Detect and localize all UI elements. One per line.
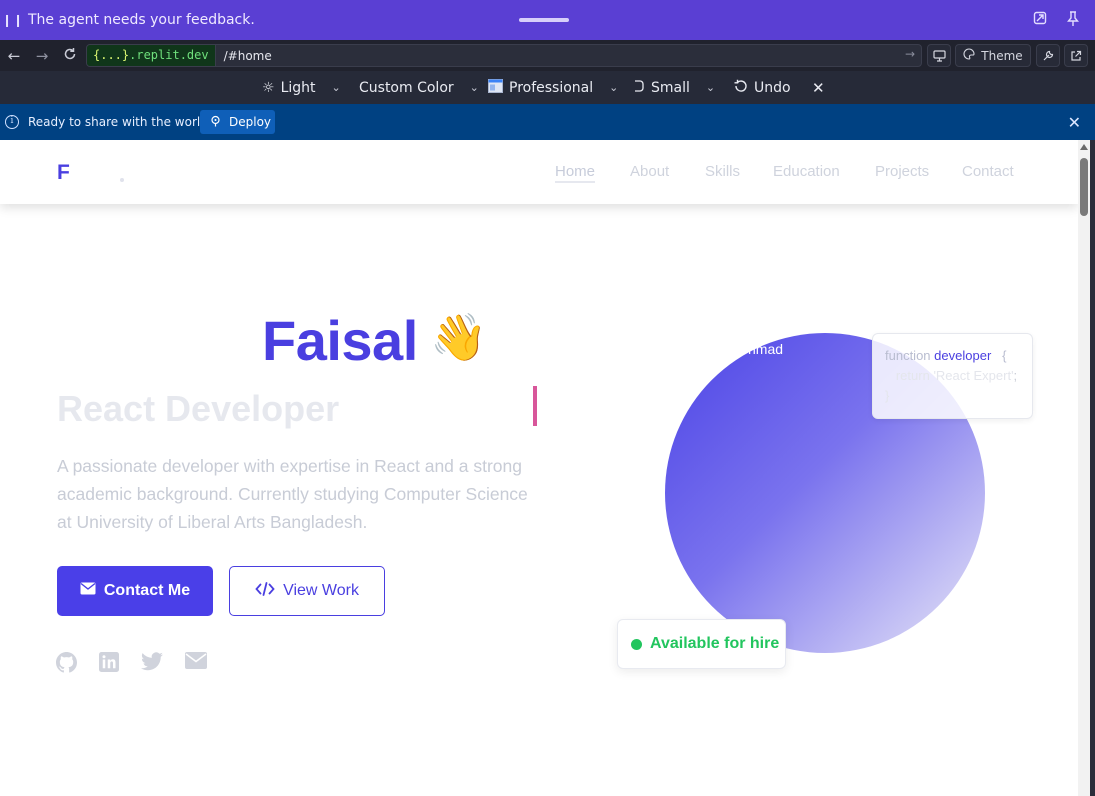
close-toolbar-icon[interactable]: ✕ (812, 71, 825, 104)
nav-contact[interactable]: Contact (962, 163, 1014, 180)
hero-bio: A passionate developer with expertise in… (57, 456, 528, 532)
layout-icon (488, 78, 503, 97)
close-banner-icon[interactable]: ✕ (1068, 113, 1081, 132)
logo-dot (120, 178, 124, 182)
code-icon (255, 581, 275, 601)
undo-button[interactable]: Undo (733, 71, 791, 104)
agent-feedback-bar: ❙❙ The agent needs your feedback. (0, 0, 1095, 40)
color-label: Custom Color (359, 79, 454, 96)
code-function-name: developer (934, 348, 992, 363)
deploy-banner: i Ready to share with the world? Deploy … (0, 104, 1095, 140)
back-icon[interactable]: ← (0, 47, 28, 65)
code-open-brace: { (1002, 348, 1007, 363)
color-dropdown[interactable]: Custom Color ⌄ (359, 71, 479, 104)
deploy-icon (210, 115, 221, 130)
envelope-icon (80, 582, 96, 600)
nav-projects[interactable]: Projects (875, 163, 929, 180)
webpage: F Home About Skills Education Projects C… (0, 140, 1078, 796)
wave-emoji: 👋 (430, 310, 488, 364)
mode-dropdown[interactable]: ☼ Light ⌄ (262, 71, 341, 104)
view-work-button[interactable]: View Work (229, 566, 385, 616)
linkedin-icon[interactable] (99, 652, 121, 674)
size-label: Small (651, 79, 690, 96)
agent-message: The agent needs your feedback. (28, 12, 255, 28)
corner-icon (633, 79, 645, 97)
twitter-icon[interactable] (141, 652, 163, 674)
nav-education[interactable]: Education (773, 163, 840, 180)
chevron-down-icon: ⌄ (331, 81, 341, 94)
theme-button[interactable]: Theme (955, 44, 1031, 67)
profile-caption: nmad (748, 341, 784, 357)
scrollbar-thumb[interactable] (1080, 158, 1088, 216)
nav-skills[interactable]: Skills (705, 163, 740, 180)
site-navbar: F Home About Skills Education Projects C… (0, 140, 1078, 204)
mail-icon[interactable] (185, 652, 207, 674)
hero-name: Faisal (262, 309, 418, 372)
undo-label: Undo (754, 79, 791, 96)
window-edge (1090, 140, 1095, 796)
undo-icon (733, 79, 748, 97)
url-path: /#home (223, 48, 272, 63)
pin-icon[interactable] (1064, 11, 1082, 29)
code-value: 'React Expert' (933, 368, 1014, 383)
nav-home[interactable]: Home (555, 163, 596, 183)
deploy-button[interactable]: Deploy (200, 110, 275, 134)
info-icon: i (5, 115, 19, 129)
code-semicolon: ; (1013, 368, 1018, 383)
theme-toolbar: ☼ Light ⌄ Custom Color ⌄ Professional ⌄ … (0, 71, 1095, 104)
code-close-brace: } (885, 388, 890, 403)
reload-icon[interactable] (56, 47, 84, 65)
site-logo[interactable]: F (57, 161, 70, 185)
tools-button[interactable] (1036, 44, 1060, 67)
view-work-label: View Work (283, 582, 359, 599)
mode-label: Light (280, 79, 316, 96)
scroll-up-icon[interactable] (1080, 144, 1088, 150)
availability-label: Available for hire (650, 635, 780, 652)
status-dot (631, 638, 642, 650)
chevron-down-icon: ⌄ (609, 81, 619, 94)
url-bar: ← → {...}.replit.dev /#home → Theme (0, 40, 1095, 71)
address-field[interactable]: {...}.replit.dev /#home → (86, 44, 922, 67)
typing-cursor (533, 386, 537, 426)
code-keyword: function (885, 348, 931, 363)
contact-me-label: Contact Me (103, 582, 191, 599)
deploy-label: Deploy (229, 115, 272, 129)
pause-icon[interactable]: ❙❙ (0, 13, 26, 27)
size-dropdown[interactable]: Small ⌄ (633, 71, 715, 104)
chevron-down-icon: ⌄ (705, 81, 716, 94)
open-new-tab-button[interactable] (1064, 44, 1088, 67)
devices-button[interactable] (927, 44, 951, 67)
domain-badge: {...}.replit.dev (87, 45, 216, 66)
theme-label: Theme (981, 48, 1023, 63)
availability-badge: Available for hire (617, 619, 786, 669)
code-card: function developer { return 'React Exper… (872, 333, 1033, 419)
deploy-message: Ready to share with the world? (28, 115, 215, 129)
hero-role: React Developer (57, 388, 340, 429)
forward-icon[interactable]: → (28, 47, 56, 65)
page-scrollbar[interactable] (1078, 140, 1090, 796)
github-icon[interactable] (56, 652, 78, 674)
code-return: return (895, 368, 930, 383)
nav-about[interactable]: About (630, 163, 669, 180)
palette-icon (963, 48, 975, 63)
drag-handle[interactable] (519, 18, 569, 22)
chevron-down-icon: ⌄ (469, 81, 479, 94)
sun-icon: ☼ (262, 79, 275, 96)
go-arrow-icon[interactable]: → (905, 47, 915, 61)
contact-me-button[interactable]: Contact Me (57, 566, 213, 616)
style-label: Professional (509, 79, 594, 96)
browser-window: ❙❙ The agent needs your feedback. ← → {.… (0, 0, 1095, 796)
style-dropdown[interactable]: Professional ⌄ (488, 71, 618, 104)
collapse-icon[interactable] (1031, 11, 1049, 29)
